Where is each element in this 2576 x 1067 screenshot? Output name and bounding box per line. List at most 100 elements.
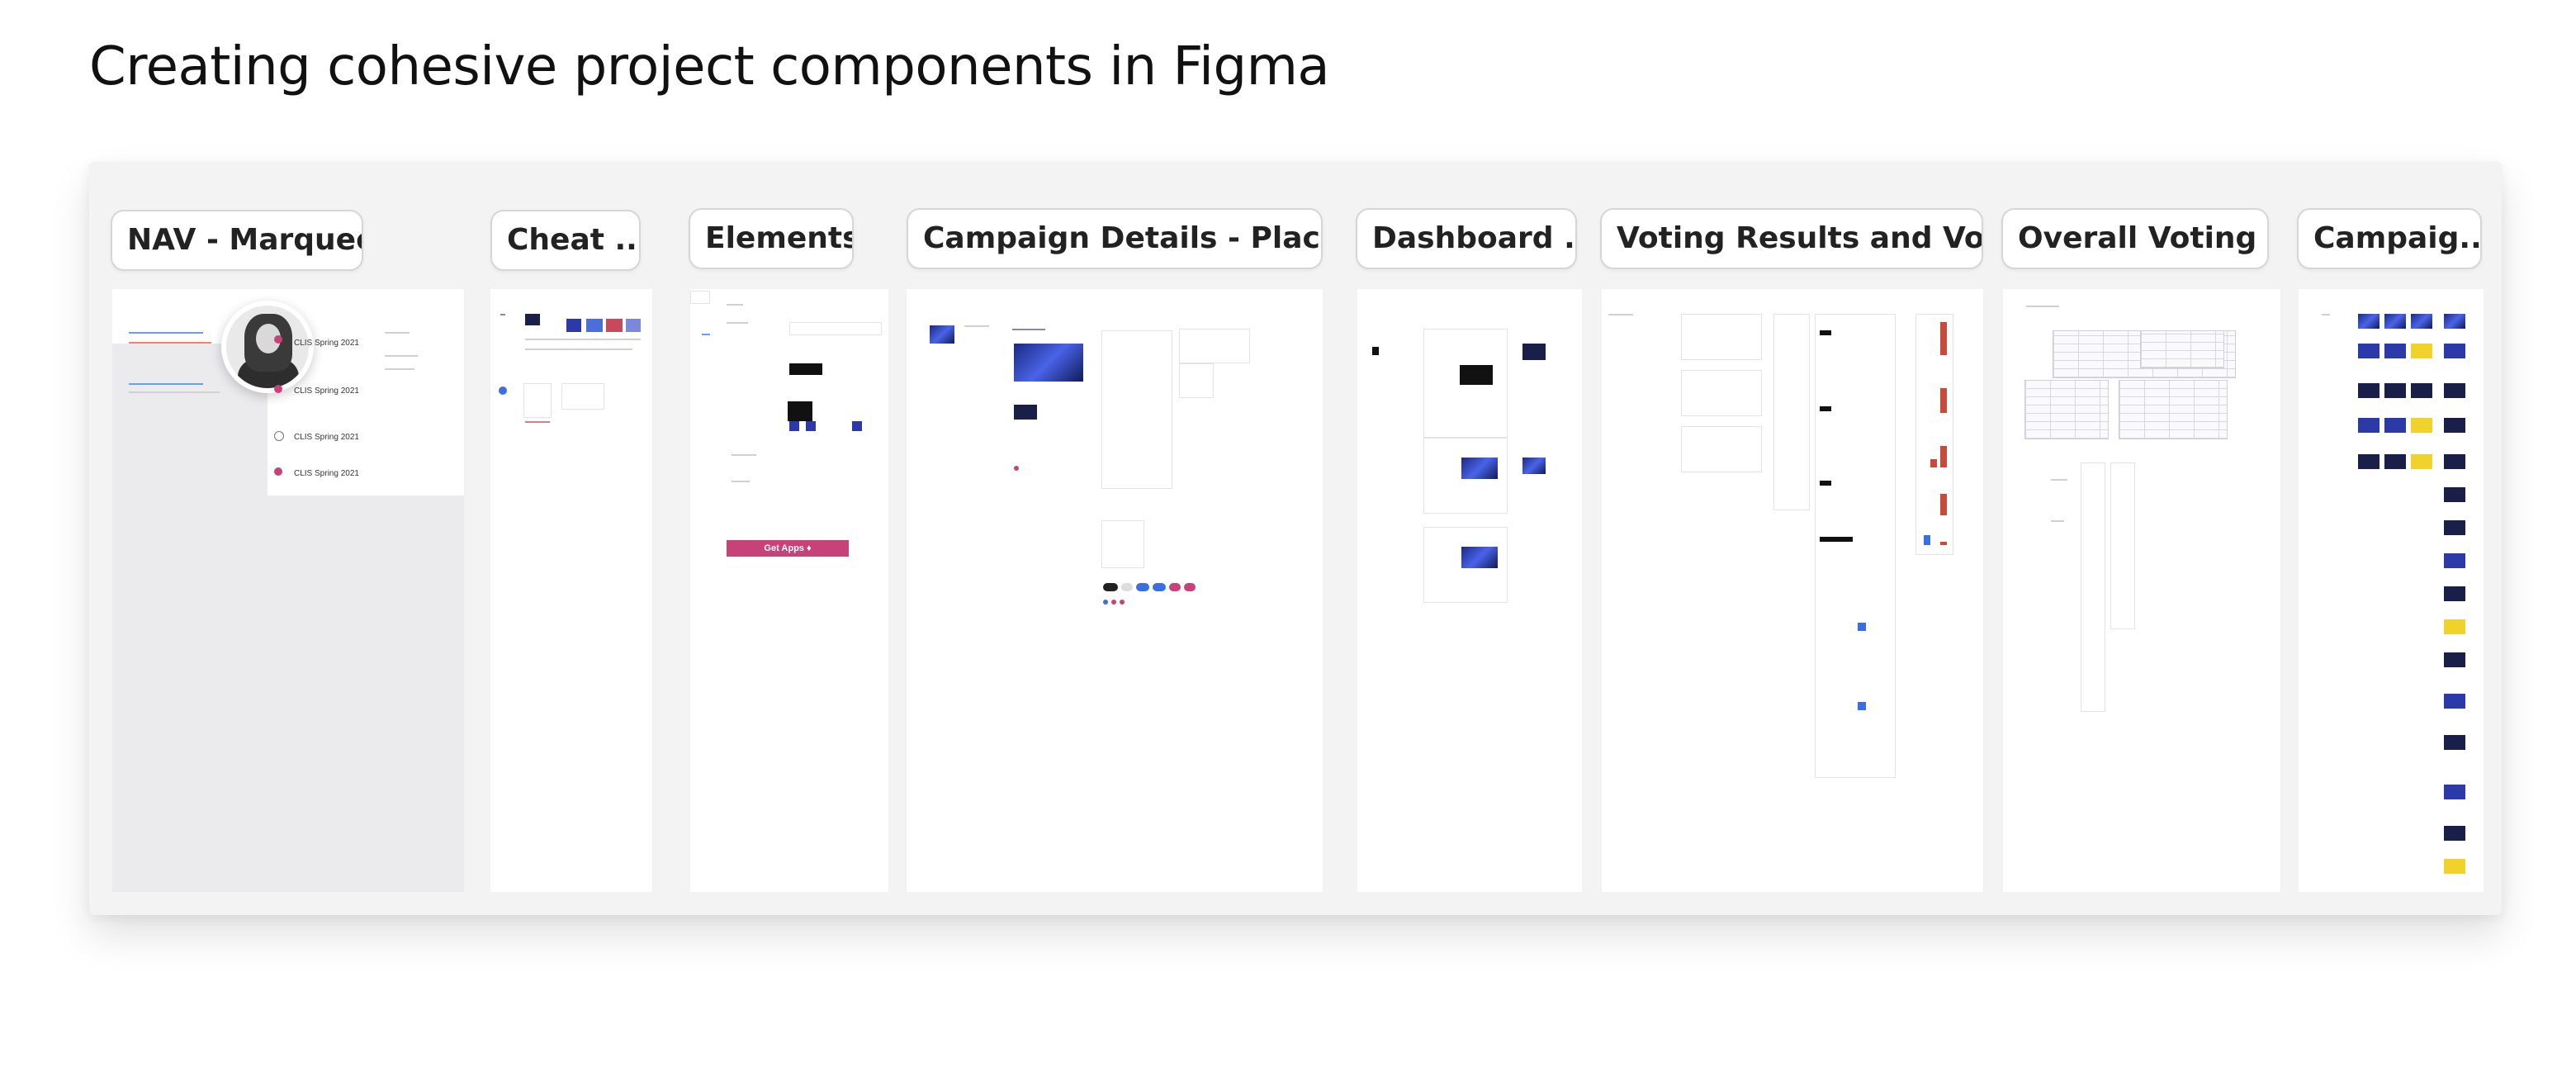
voting-bar: [1940, 542, 1947, 545]
voting-list-panel: [1773, 314, 1810, 510]
frame-label-campaign-details[interactable]: Campaign Details - Place...: [907, 208, 1323, 269]
voting-bar: [1940, 446, 1947, 467]
campaign-thumbnail: [1014, 405, 1037, 420]
nav-line: [129, 391, 220, 393]
cheat-thumbnail: [525, 314, 540, 325]
campaign-tile: [2444, 652, 2465, 667]
frame-nav-marquee[interactable]: CLIS Spring 2021 CLIS Spring 2021 CLIS S…: [112, 289, 464, 892]
campaign-tile: [2358, 454, 2379, 469]
voting-bar: [1924, 535, 1930, 545]
campaign-thumbnail: [930, 325, 954, 344]
campaign-yellow-tile: [2411, 344, 2432, 358]
overall-column: [2081, 462, 2105, 712]
campaign-tile: [2358, 344, 2379, 358]
campaign-line: [964, 325, 989, 327]
nav-item-label: CLIS Spring 2021: [294, 386, 359, 396]
campaign-tile: [2444, 487, 2465, 502]
campaign-line: [1012, 329, 1045, 330]
campaign-tile: [2411, 383, 2432, 398]
nav-line: [129, 383, 203, 385]
campaign-yellow-tile: [2411, 418, 2432, 433]
campaign-tile: [2384, 383, 2406, 398]
element-icon: [789, 421, 799, 431]
voting-result-block: [1858, 702, 1866, 710]
campaign-tile: [2444, 520, 2465, 535]
overall-line: [2051, 520, 2064, 522]
voting-card: [1681, 314, 1762, 360]
dashboard-media: [1460, 365, 1493, 385]
element-input: [789, 322, 882, 335]
cheat-card: [523, 383, 552, 418]
campaign-tile: [2444, 785, 2465, 799]
campaign-pill: [1136, 583, 1149, 591]
page-title: Creating cohesive project components in …: [89, 36, 1330, 97]
voting-bar: [1940, 388, 1947, 413]
campaign-line: [2322, 314, 2330, 315]
frame-elements[interactable]: Get Apps ♦: [690, 289, 888, 892]
frame-label-voting-results[interactable]: Voting Results and Vot...: [1600, 208, 1983, 269]
campaign-tile: [2444, 383, 2465, 398]
frame-dashboard[interactable]: [1357, 289, 1582, 892]
overall-line: [2051, 479, 2067, 481]
frame-campaign-details[interactable]: [907, 289, 1323, 892]
nav-line: [129, 332, 203, 334]
cheat-thumbnail: [566, 319, 581, 332]
nav-line: [385, 368, 414, 370]
dashboard-logo: [1372, 347, 1379, 355]
frame-label-overall-voting[interactable]: Overall Voting ...: [2001, 208, 2269, 269]
dashboard-media: [1461, 547, 1498, 568]
frame-label-elements[interactable]: Elements: [689, 208, 854, 269]
campaign-tile: [2384, 344, 2406, 358]
campaign-hero-image: [1014, 344, 1083, 382]
element-icon: [852, 421, 862, 431]
voting-bar: [1930, 459, 1937, 467]
cheat-thumbnail: [586, 319, 603, 332]
campaign-dot-icon: [1120, 600, 1125, 605]
campaign-pill: [1169, 583, 1181, 591]
elements-primary-button[interactable]: Get Apps ♦: [727, 540, 849, 557]
campaign-tile: [2444, 454, 2465, 469]
campaign-dot-icon: [1103, 600, 1108, 605]
campaign-tile: [2444, 694, 2465, 709]
cheat-line: [525, 349, 632, 350]
campaign-tile: [2358, 314, 2379, 329]
element-line: [702, 334, 710, 335]
voting-results-panel: [1815, 314, 1896, 778]
dashboard-thumbnail: [1522, 344, 1546, 360]
campaign-dot-icon: [1014, 466, 1019, 471]
frame-label-dashboard[interactable]: Dashboard ...: [1356, 208, 1577, 269]
frame-label-campaign[interactable]: Campaig...: [2297, 208, 2482, 269]
campaign-tile: [2444, 826, 2465, 841]
element-dark-block: [788, 401, 812, 421]
voting-bar: [1940, 322, 1947, 355]
campaign-tile: [2358, 418, 2379, 433]
campaign-tile: [2444, 735, 2465, 750]
nav-item-label: CLIS Spring 2021: [294, 339, 359, 348]
nav-badge-icon: [274, 385, 282, 393]
voting-result-block: [1820, 330, 1831, 335]
voting-card: [1681, 426, 1762, 472]
overall-table: [2140, 330, 2224, 368]
nav-item-label: CLIS Spring 2021: [294, 469, 359, 478]
campaign-tile: [2444, 314, 2465, 329]
campaign-tile: [2444, 344, 2465, 358]
cheat-line: [525, 339, 641, 340]
voting-result-block: [1820, 537, 1853, 542]
overall-line: [2026, 306, 2059, 307]
frame-cheat[interactable]: [490, 289, 652, 892]
figma-canvas[interactable]: NAV - Marquee CLIS Spring 2021 CLIS Spri…: [89, 162, 2502, 915]
campaign-tile: [2411, 314, 2432, 329]
frame-label-cheat[interactable]: Cheat ...: [490, 210, 641, 271]
frame-overall-voting[interactable]: [2003, 289, 2280, 892]
voting-result-block: [1820, 406, 1831, 411]
frame-voting-results[interactable]: [1602, 289, 1983, 892]
frame-campaign[interactable]: [2299, 289, 2484, 892]
frame-label-nav-marquee[interactable]: NAV - Marquee: [111, 210, 363, 271]
element-line: [727, 304, 743, 306]
voting-line: [1608, 314, 1633, 315]
element-line: [732, 454, 756, 456]
campaign-tile: [2358, 383, 2379, 398]
element-line: [727, 322, 748, 324]
voting-bar-chart: [1920, 446, 1949, 467]
voting-bar-chart: [1920, 529, 1949, 545]
